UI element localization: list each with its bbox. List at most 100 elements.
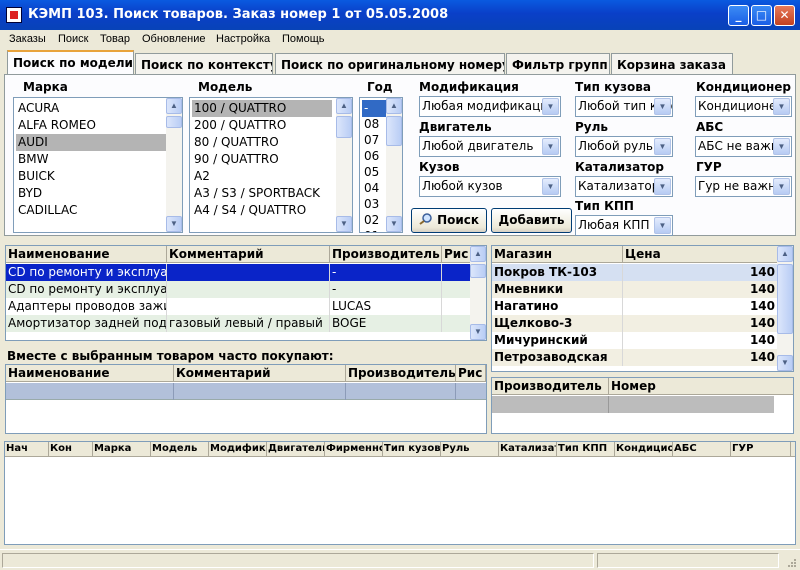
list-item[interactable]: 08 (362, 116, 379, 133)
table-row[interactable] (492, 396, 774, 413)
close-button[interactable]: ✕ (774, 5, 795, 26)
list-item[interactable]: 80 / QUATTRO (192, 134, 279, 151)
list-item[interactable]: 90 / QUATTRO (192, 151, 279, 168)
tab-search-by-model[interactable]: Поиск по модели (7, 50, 134, 75)
products-grid[interactable]: Наименование Комментарий Производитель Р… (5, 245, 487, 341)
table-row[interactable]: Мичуринский 140 (492, 332, 779, 349)
chevron-down-icon[interactable]: ▼ (773, 138, 790, 155)
menu-orders[interactable]: Заказы (9, 33, 46, 45)
col-start-header[interactable]: Нач (5, 442, 49, 457)
table-row[interactable]: CD по ремонту и эксплуатации - (6, 281, 472, 298)
menu-search[interactable]: Поиск (58, 33, 88, 45)
col-gearbox-header[interactable]: Тип КПП (557, 442, 615, 457)
scroll-thumb[interactable] (777, 264, 793, 334)
table-row[interactable]: Мневники 140 (492, 281, 779, 298)
scroll-thumb[interactable] (336, 116, 352, 138)
list-item[interactable]: 01 (362, 228, 379, 232)
list-item[interactable]: 06 (362, 148, 379, 165)
col-abs-header[interactable]: АБС (673, 442, 731, 457)
list-item[interactable]: - (362, 100, 386, 117)
col-brand-header[interactable]: Марка (93, 442, 151, 457)
chevron-down-icon[interactable]: ▼ (654, 178, 671, 195)
col-aircon-header[interactable]: Кондиционер (615, 442, 673, 457)
col-brand-name-header[interactable]: Фирменное (325, 442, 383, 457)
col-name-header[interactable]: Наименование (6, 246, 167, 263)
chevron-down-icon[interactable]: ▼ (542, 98, 559, 115)
list-item[interactable]: BMW (16, 151, 48, 168)
table-row[interactable]: Щелково-3 140 (492, 315, 779, 332)
col-gur-header[interactable]: ГУР (731, 442, 791, 457)
scroll-down-icon[interactable]: ▼ (386, 216, 402, 232)
list-item[interactable]: 200 / QUATTRO (192, 117, 286, 134)
chevron-down-icon[interactable]: ▼ (773, 98, 790, 115)
col-steering-header[interactable]: Руль (441, 442, 499, 457)
search-button[interactable]: Поиск (411, 208, 487, 233)
col-manufacturer-header[interactable]: Производитель (492, 378, 609, 395)
list-item[interactable]: 100 / QUATTRO (192, 100, 332, 117)
col-engine-header[interactable]: Двигатель (267, 442, 325, 457)
col-number-header[interactable]: Номер (609, 378, 793, 395)
list-item[interactable]: ALFA ROMEO (16, 117, 96, 134)
list-item[interactable]: AUDI (16, 134, 166, 151)
scroll-down-icon[interactable]: ▼ (166, 216, 182, 232)
body-type-select[interactable]: Любой тип кузова ▼ (575, 96, 673, 117)
col-body-type-header[interactable]: Тип кузова (383, 442, 441, 457)
aircon-select[interactable]: Кондиционер ▼ (695, 96, 792, 117)
tab-search-by-context[interactable]: Поиск по контексту (135, 53, 273, 75)
menu-help[interactable]: Помощь (282, 33, 325, 45)
brand-list[interactable]: ACURA ALFA ROMEO AUDI BMW BUICK BYD CADI… (13, 97, 183, 233)
scroll-thumb[interactable] (166, 116, 182, 128)
gur-select[interactable]: Гур не важно ▼ (695, 176, 792, 197)
col-store-header[interactable]: Магазин (492, 246, 623, 263)
list-item[interactable]: CADILLAC (16, 202, 77, 219)
chevron-down-icon[interactable]: ▼ (773, 178, 790, 195)
modification-select[interactable]: Любая модификация ▼ (419, 96, 561, 117)
brand-scrollbar[interactable]: ▲ ▼ (166, 98, 182, 232)
menu-update[interactable]: Обновление (142, 33, 206, 45)
resize-grip-icon[interactable] (785, 556, 797, 568)
add-button[interactable]: Добавить (491, 208, 572, 233)
table-row[interactable]: Петрозаводская 140 (492, 349, 779, 366)
col-end-header[interactable]: Кон (49, 442, 93, 457)
list-item[interactable]: A3 / S3 / SPORTBACK (192, 185, 320, 202)
list-item[interactable]: 07 (362, 132, 379, 149)
stores-scrollbar[interactable]: ▲ ▼ (777, 246, 793, 371)
steering-select[interactable]: Любой руль ▼ (575, 136, 673, 157)
col-picture-header[interactable]: Рис (456, 365, 486, 382)
original-numbers-grid[interactable]: Производитель Номер (491, 377, 794, 434)
chevron-down-icon[interactable]: ▼ (654, 98, 671, 115)
products-scrollbar[interactable]: ▲ ▼ (470, 246, 486, 340)
body-select[interactable]: Любой кузов ▼ (419, 176, 561, 197)
col-picture-header[interactable]: Рис (442, 246, 472, 263)
col-price-header[interactable]: Цена (623, 246, 779, 263)
menu-product[interactable]: Товар (100, 33, 130, 45)
col-catalyst-header[interactable]: Катализатор (499, 442, 557, 457)
scroll-up-icon[interactable]: ▲ (470, 246, 486, 262)
scroll-down-icon[interactable]: ▼ (336, 216, 352, 232)
col-manufacturer-header[interactable]: Производитель (346, 365, 456, 382)
year-list[interactable]: - 08 07 06 05 04 03 02 01 ▲ ▼ (359, 97, 403, 233)
year-scrollbar[interactable]: ▲ ▼ (386, 98, 402, 232)
table-row[interactable]: CD по ремонту и эксплуатации - (6, 264, 472, 281)
maximize-button[interactable]: □ (751, 5, 772, 26)
list-item[interactable]: A4 / S4 / QUATTRO (192, 202, 306, 219)
col-manufacturer-header[interactable]: Производитель (330, 246, 442, 263)
list-item[interactable]: 04 (362, 180, 379, 197)
table-row[interactable] (6, 383, 486, 400)
list-item[interactable]: 02 (362, 212, 379, 229)
minimize-button[interactable]: _ (728, 5, 749, 26)
app-icon[interactable] (6, 7, 22, 23)
scroll-up-icon[interactable]: ▲ (777, 246, 793, 262)
col-modification-header[interactable]: Модификация (209, 442, 267, 457)
table-row[interactable]: Адаптеры проводов зажигания LUCAS (6, 298, 472, 315)
col-model-header[interactable]: Модель (151, 442, 209, 457)
tab-search-by-original-number[interactable]: Поиск по оригинальному номеру (275, 53, 505, 75)
scroll-up-icon[interactable]: ▲ (166, 98, 182, 114)
stores-grid[interactable]: Магазин Цена Покров ТК-103 140 Мневники … (491, 245, 794, 372)
tab-group-filter[interactable]: Фильтр групп (506, 53, 610, 75)
list-item[interactable]: A2 (192, 168, 210, 185)
scroll-down-icon[interactable]: ▼ (470, 324, 486, 340)
table-row[interactable]: Нагатино 140 (492, 298, 779, 315)
list-item[interactable]: BUICK (16, 168, 55, 185)
scroll-up-icon[interactable]: ▲ (336, 98, 352, 114)
